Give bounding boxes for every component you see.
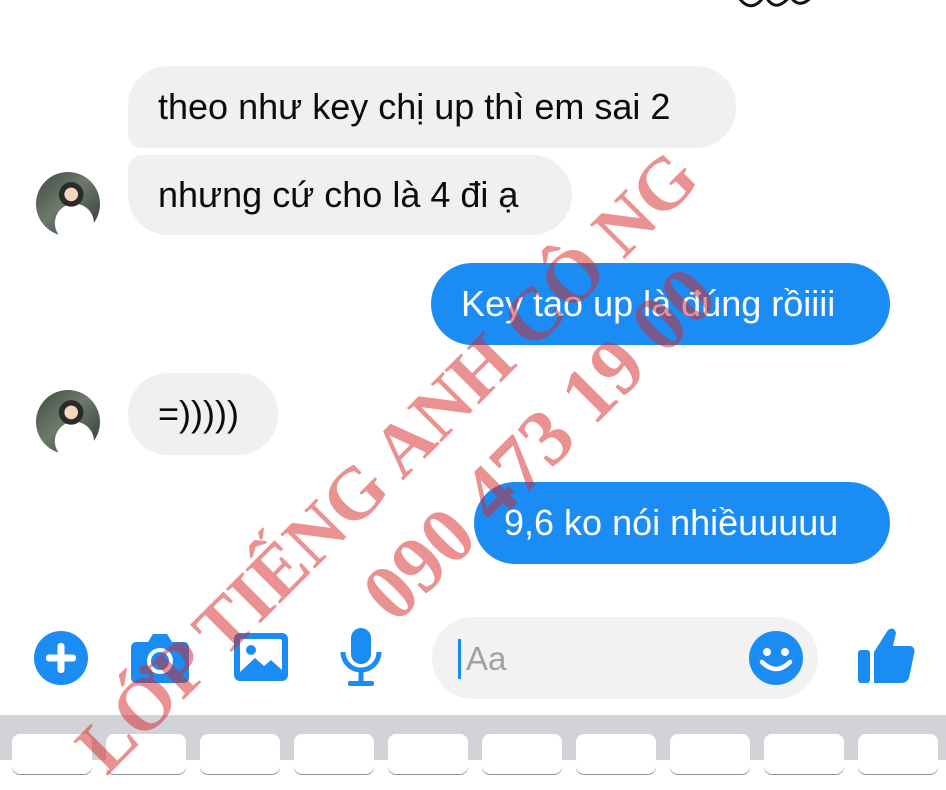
incoming-message[interactable]: =))))) — [128, 373, 278, 455]
keyboard-key[interactable] — [482, 734, 562, 774]
message-text: Key tao up là đúng rồiiii — [461, 283, 836, 324]
keyboard-key[interactable] — [576, 734, 656, 774]
incoming-message[interactable]: theo như key chị up thì em sai 2 — [128, 66, 736, 148]
message-text: theo như key chị up thì em sai 2 — [158, 86, 671, 127]
keyboard-key[interactable] — [858, 734, 938, 774]
avatar[interactable] — [36, 390, 100, 454]
message-text: =))))) — [158, 393, 239, 434]
keyboard-key[interactable] — [388, 734, 468, 774]
image-icon[interactable] — [233, 632, 289, 682]
keyboard-key[interactable] — [294, 734, 374, 774]
message-input[interactable]: Aa — [432, 617, 818, 699]
scribble-decoration — [738, 0, 811, 8]
message-text: 9,6 ko nói nhiềuuuuu — [504, 502, 839, 543]
camera-icon[interactable] — [130, 632, 190, 684]
microphone-icon[interactable] — [338, 626, 384, 688]
emoji-icon[interactable] — [748, 630, 804, 686]
keyboard-key[interactable] — [106, 734, 186, 774]
keyboard-key[interactable] — [200, 734, 280, 774]
message-text: nhưng cứ cho là 4 đi ạ — [158, 174, 519, 215]
avatar[interactable] — [36, 172, 100, 236]
text-caret — [458, 639, 461, 679]
keyboard-key[interactable] — [764, 734, 844, 774]
message-input-placeholder: Aa — [466, 640, 507, 677]
outgoing-message[interactable]: Key tao up là đúng rồiiii — [431, 263, 890, 345]
keyboard — [0, 715, 946, 774]
outgoing-message[interactable]: 9,6 ko nói nhiềuuuuu — [474, 482, 890, 564]
plus-icon[interactable] — [33, 630, 89, 686]
thumbs-up-icon[interactable] — [856, 624, 918, 686]
incoming-message[interactable]: nhưng cứ cho là 4 đi ạ — [128, 155, 572, 235]
keyboard-key[interactable] — [670, 734, 750, 774]
keyboard-key[interactable] — [12, 734, 92, 774]
